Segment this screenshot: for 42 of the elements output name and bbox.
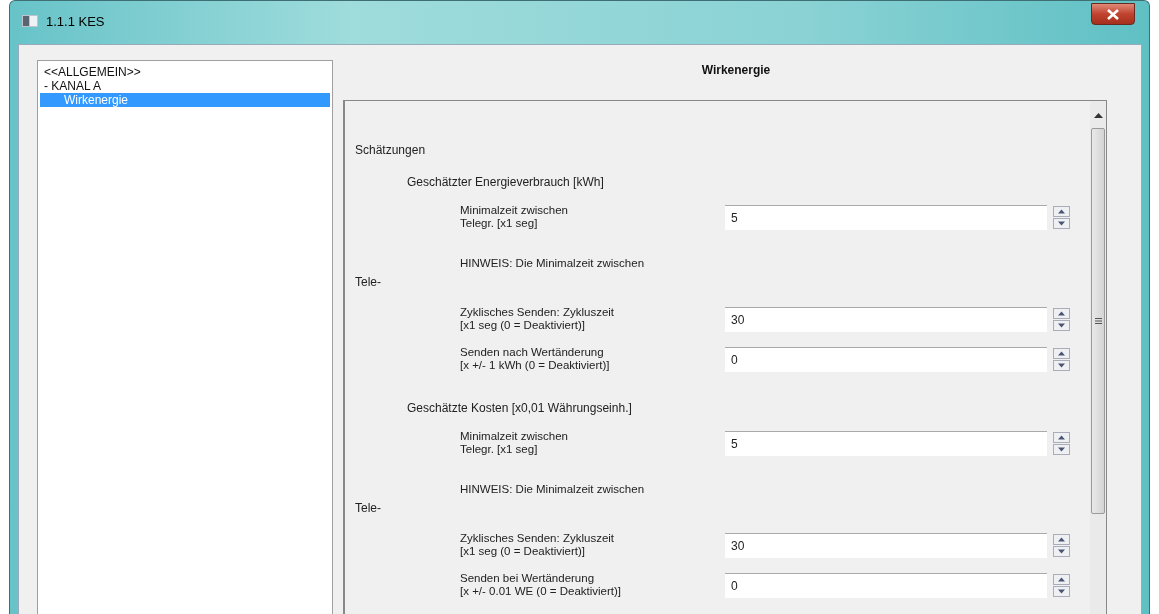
grip-icon <box>1094 318 1102 324</box>
spin-up-icon[interactable] <box>1053 431 1070 443</box>
scroll-thumb[interactable] <box>1091 128 1105 514</box>
spin-down-icon[interactable] <box>1053 443 1070 455</box>
window-icon <box>22 15 38 27</box>
group-title: Geschätzte Kosten [x0,01 Währungseinh.] <box>406 401 633 417</box>
number-field[interactable]: 0 <box>725 572 1047 598</box>
field-label: Minimalzeit zwischen Telegr. [x1 seg] <box>459 204 569 230</box>
field-label: Zyklisches Senden: Zykluszeit [x1 seg (0 = Deaktiviert)] <box>459 532 616 558</box>
spin-up-icon[interactable] <box>1053 573 1070 585</box>
hint-text: Tele- <box>355 501 382 517</box>
field-label: Senden bei Wertänderung [x +/- 0.01 WE (0 = Deaktiviert)] <box>459 572 623 598</box>
spin-up-icon[interactable] <box>1053 533 1070 545</box>
number-field[interactable]: 0 <box>725 346 1047 372</box>
spin-down-icon[interactable] <box>1053 359 1070 371</box>
number-field[interactable]: 30 <box>725 306 1047 332</box>
spin-up-icon[interactable] <box>1053 307 1070 319</box>
field-label: Zyklisches Senden: Zykluszeit [x1 seg (0 = Deaktiviert)] <box>459 306 616 332</box>
section-heading: Schätzungen <box>355 143 427 159</box>
hint-text: Tele- <box>355 275 382 291</box>
spin-down-icon[interactable] <box>1053 217 1070 229</box>
field-label: Senden nach Wertänderung [x +/- 1 kWh (0 = Deaktiviert)] <box>459 346 611 372</box>
spin-down-icon[interactable] <box>1053 585 1070 597</box>
spin-up-icon[interactable] <box>1053 205 1070 217</box>
number-field[interactable]: 30 <box>725 532 1047 558</box>
spin-down-icon[interactable] <box>1053 319 1070 331</box>
spin-up-icon[interactable] <box>1053 347 1070 359</box>
field-label: Minimalzeit zwischen Telegr. [x1 seg] <box>459 430 569 456</box>
panel-title: Wirkenergie <box>700 62 772 79</box>
window-title: 1.1.1 KES <box>46 13 105 29</box>
tree-item[interactable]: <<ALLGEMEIN>> <box>40 65 330 79</box>
number-field[interactable]: 5 <box>725 430 1047 456</box>
tree-item[interactable]: - KANAL A <box>40 79 330 93</box>
hint-text: HINWEIS: Die Minimalzeit zwischen <box>459 256 646 271</box>
scrollbar[interactable] <box>1090 101 1106 614</box>
close-icon <box>1107 8 1119 20</box>
scroll-up-icon[interactable] <box>1093 113 1103 118</box>
spin-down-icon[interactable] <box>1053 545 1070 557</box>
group-title: Geschätzter Energieverbrauch [kWh] <box>406 175 605 191</box>
close-button[interactable] <box>1091 3 1135 25</box>
hint-text: HINWEIS: Die Minimalzeit zwischen <box>459 482 646 497</box>
number-field[interactable]: 5 <box>725 204 1047 230</box>
